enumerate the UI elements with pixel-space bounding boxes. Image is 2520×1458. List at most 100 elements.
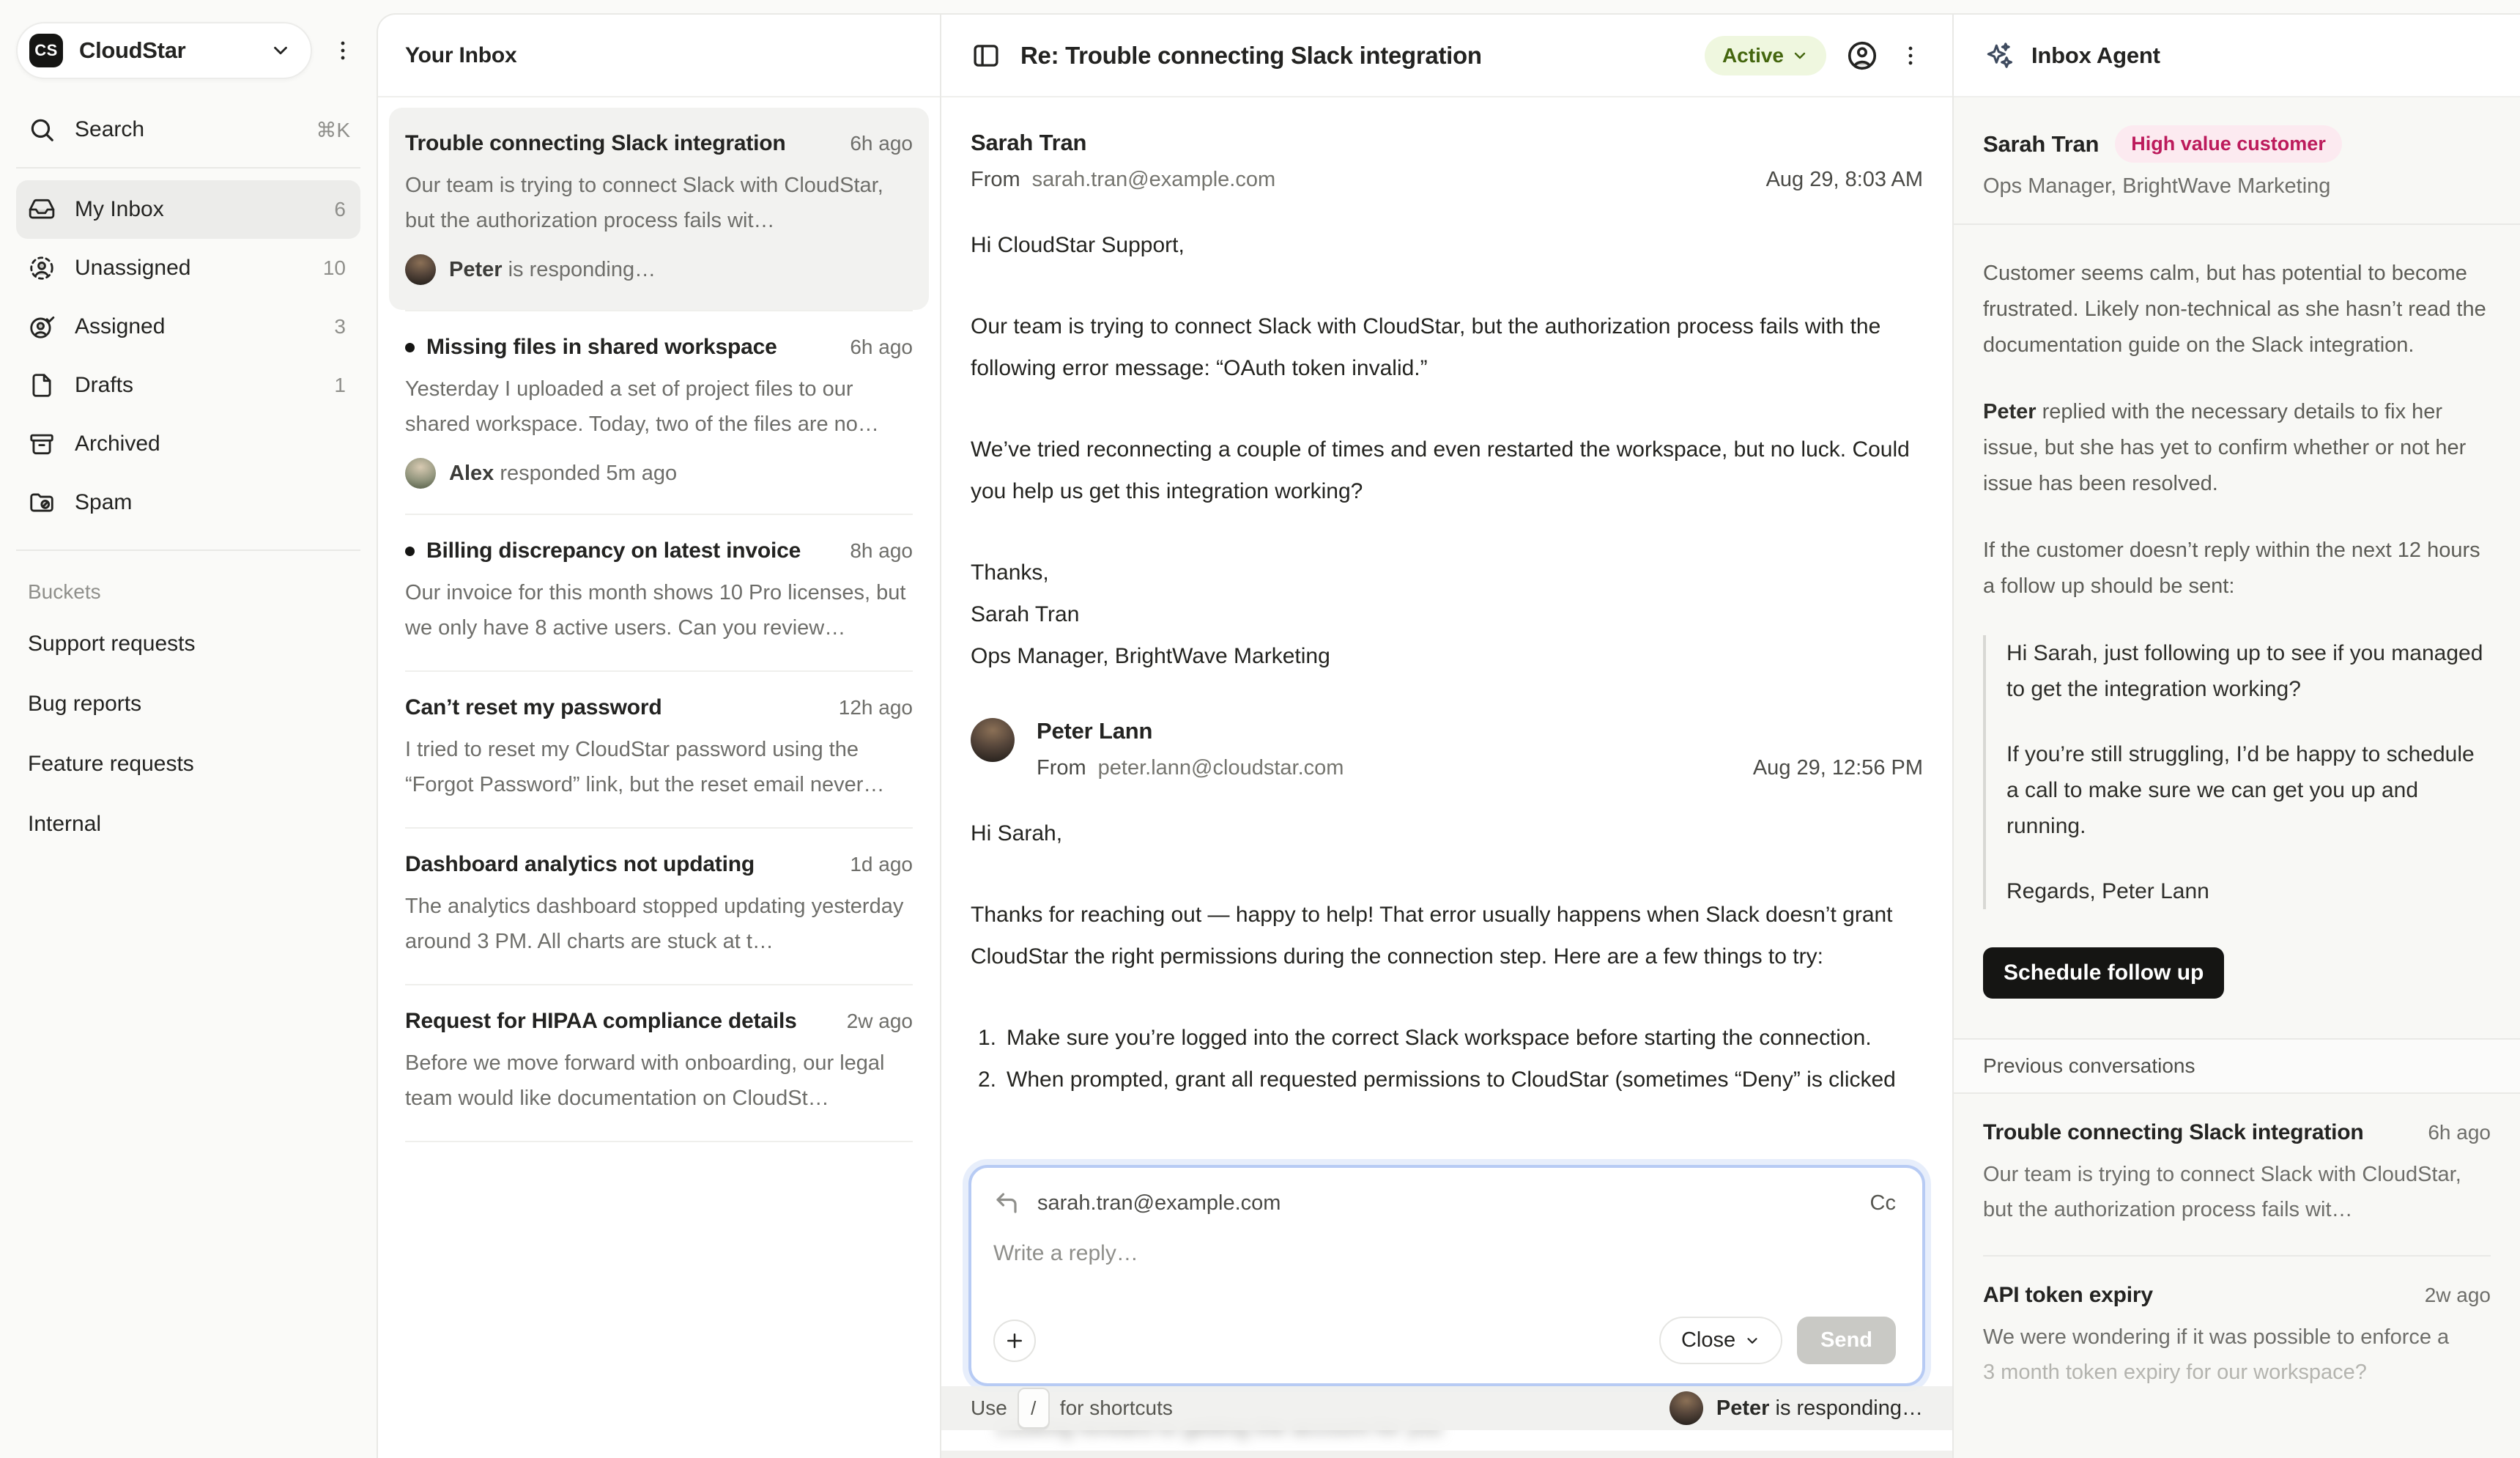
conversation-item[interactable]: Missing files in shared workspace 6h ago… xyxy=(389,311,929,514)
avatar xyxy=(971,718,1015,762)
from-email: peter.lann@cloudstar.com xyxy=(1098,756,1344,780)
conversation-status: Peter is responding… xyxy=(405,254,913,285)
inbox-list-title: Your Inbox xyxy=(405,43,516,68)
previous-conversation-preview: Our team is trying to connect Slack with… xyxy=(1983,1157,2491,1227)
conversation-item[interactable]: Request for HIPAA compliance details 2w … xyxy=(389,985,929,1141)
sidebar-item-count: 10 xyxy=(323,256,346,280)
sidebar-item-support-requests[interactable]: Support requests xyxy=(16,614,360,674)
assignee-icon[interactable] xyxy=(1845,39,1879,73)
conversation-title: Request for HIPAA compliance details xyxy=(405,1009,835,1034)
conversation-preview: Yesterday I uploaded a set of project fi… xyxy=(405,371,913,442)
hint-use: Use xyxy=(971,1396,1007,1420)
quote-paragraph: Hi Sarah, just following up to see if yo… xyxy=(2006,635,2491,707)
thread-footer: Use / for shortcuts Peter is responding… xyxy=(941,1386,1952,1430)
signature-line: Sarah Tran xyxy=(971,593,1923,635)
attach-button[interactable] xyxy=(993,1320,1036,1362)
conversation-preview: Our invoice for this month shows 10 Pro … xyxy=(405,575,913,645)
avatar xyxy=(405,458,436,489)
search-input[interactable]: Search ⌘K xyxy=(16,98,360,161)
sidebar-divider xyxy=(16,549,360,551)
workspace-switcher[interactable]: CS CloudStar xyxy=(16,22,312,79)
search-icon xyxy=(28,116,56,144)
agent-content[interactable]: Sarah Tran High value customer Ops Manag… xyxy=(1954,97,2520,1458)
message-body: Hi CloudStar Support, Our team is trying… xyxy=(971,224,1923,677)
reply-input[interactable]: Write a reply… xyxy=(993,1241,1896,1317)
sidebar-item-count: 1 xyxy=(334,374,346,397)
send-button[interactable]: Send xyxy=(1797,1317,1896,1364)
previous-conversation-title: API token expiry xyxy=(1983,1283,2413,1308)
previous-conversation-item[interactable]: API token expiry 2w ago We were wonderin… xyxy=(1954,1257,2520,1418)
message: Peter Lann From peter.lann@cloudstar.com… xyxy=(971,718,1923,1100)
conversation-time: 12h ago xyxy=(839,696,913,719)
quote-paragraph: If you’re still struggling, I’d be happy… xyxy=(2006,736,2491,844)
inbox-list: Trouble connecting Slack integration 6h … xyxy=(378,97,940,1458)
app-root: CS CloudStar Search ⌘K My Inbox 6 xyxy=(0,0,2520,1458)
from-label: From xyxy=(971,168,1020,192)
conversation-title: Dashboard analytics not updating xyxy=(405,852,838,877)
inbox-list-header: Your Inbox xyxy=(378,15,940,97)
conversation-time: 1d ago xyxy=(850,853,913,876)
conversation-item[interactable]: Billing discrepancy on latest invoice 8h… xyxy=(389,515,929,670)
thread-panel: Re: Trouble connecting Slack integration… xyxy=(941,15,1952,1458)
status-label: Active xyxy=(1722,44,1784,67)
conversation-time: 6h ago xyxy=(850,336,913,359)
message-sender: Sarah Tran xyxy=(971,130,1923,156)
conversation-time: 6h ago xyxy=(850,132,913,155)
sidebar-item-bug-reports[interactable]: Bug reports xyxy=(16,674,360,734)
sidebar-item-drafts[interactable]: Drafts 1 xyxy=(16,356,360,415)
sidebar-item-feature-requests[interactable]: Feature requests xyxy=(16,734,360,794)
preview-line: We were wondering if it was possible to … xyxy=(1983,1320,2491,1355)
sidebar-item-internal[interactable]: Internal xyxy=(16,794,360,854)
panel-toggle-icon[interactable] xyxy=(971,40,1001,71)
status-dropdown[interactable]: Active xyxy=(1705,36,1826,75)
sidebar-item-label: Archived xyxy=(75,432,160,456)
suggested-followup-quote: Hi Sarah, just following up to see if yo… xyxy=(1983,635,2491,909)
sidebar-item-archived[interactable]: Archived xyxy=(16,415,360,473)
sidebar-item-my-inbox[interactable]: My Inbox 6 xyxy=(16,180,360,239)
agent-panel-title: Inbox Agent xyxy=(2031,42,2160,69)
close-dropdown-button[interactable]: Close xyxy=(1659,1317,1782,1364)
message-date: Aug 29, 8:03 AM xyxy=(1766,168,1923,192)
hint-shortcuts: for shortcuts xyxy=(1060,1396,1173,1420)
conversation-title: Trouble connecting Slack integration xyxy=(405,131,838,156)
user-check-icon xyxy=(28,313,56,341)
previous-conversation-time: 2w ago xyxy=(2425,1284,2491,1307)
message-paragraph: Hi CloudStar Support, xyxy=(971,224,1923,266)
message-paragraph: Hi Sarah, xyxy=(971,813,1923,854)
thread-menu-icon[interactable] xyxy=(1898,43,1923,68)
workspace-menu-button[interactable] xyxy=(325,38,360,63)
list-item: Make sure you’re logged into the correct… xyxy=(1007,1017,1872,1059)
summary-bold: Peter xyxy=(1983,400,2037,423)
sidebar-item-label: Unassigned xyxy=(75,256,190,281)
conversation-item[interactable]: Can’t reset my password 12h ago I tried … xyxy=(389,672,929,827)
sidebar-item-label: My Inbox xyxy=(75,197,164,222)
summary-paragraph: Peter replied with the necessary details… xyxy=(1983,394,2491,502)
customer-badge: High value customer xyxy=(2115,125,2342,163)
sidebar-item-label: Assigned xyxy=(75,314,165,339)
agent-summary: Customer seems calm, but has potential t… xyxy=(1954,225,2520,999)
conversation-item[interactable]: Dashboard analytics not updating 1d ago … xyxy=(389,829,929,984)
responder-status: is responding… xyxy=(1769,1396,1923,1420)
conversation-item[interactable]: Trouble connecting Slack integration 6h … xyxy=(389,108,929,310)
previous-conversation-time: 6h ago xyxy=(2428,1121,2491,1144)
list-divider xyxy=(405,1141,913,1142)
from-label: From xyxy=(1037,756,1086,780)
sidebar-item-assigned[interactable]: Assigned 3 xyxy=(16,297,360,356)
conversation-preview: Our team is trying to connect Slack with… xyxy=(405,168,913,238)
sparkles-icon xyxy=(1983,40,2015,72)
workspace-logo: CS xyxy=(29,34,63,67)
schedule-follow-up-button[interactable]: Schedule follow up xyxy=(1983,947,2224,999)
responder-name: Alex xyxy=(449,462,494,485)
previous-conversation-item[interactable]: Trouble connecting Slack integration 6h … xyxy=(1954,1094,2520,1255)
inbox-icon xyxy=(28,196,56,223)
summary-paragraph: Customer seems calm, but has potential t… xyxy=(1983,256,2491,363)
search-shortcut: ⌘K xyxy=(316,118,350,142)
sidebar-item-unassigned[interactable]: Unassigned 10 xyxy=(16,239,360,297)
avatar xyxy=(405,254,436,285)
summary-paragraph: If the customer doesn’t reply within the… xyxy=(1983,533,2491,604)
cc-button[interactable]: Cc xyxy=(1870,1191,1896,1215)
avatar xyxy=(1670,1391,1703,1425)
sidebar-item-spam[interactable]: Spam xyxy=(16,473,360,532)
previous-conversations-label: Previous conversations xyxy=(1983,1054,2195,1077)
unread-dot xyxy=(405,547,415,556)
